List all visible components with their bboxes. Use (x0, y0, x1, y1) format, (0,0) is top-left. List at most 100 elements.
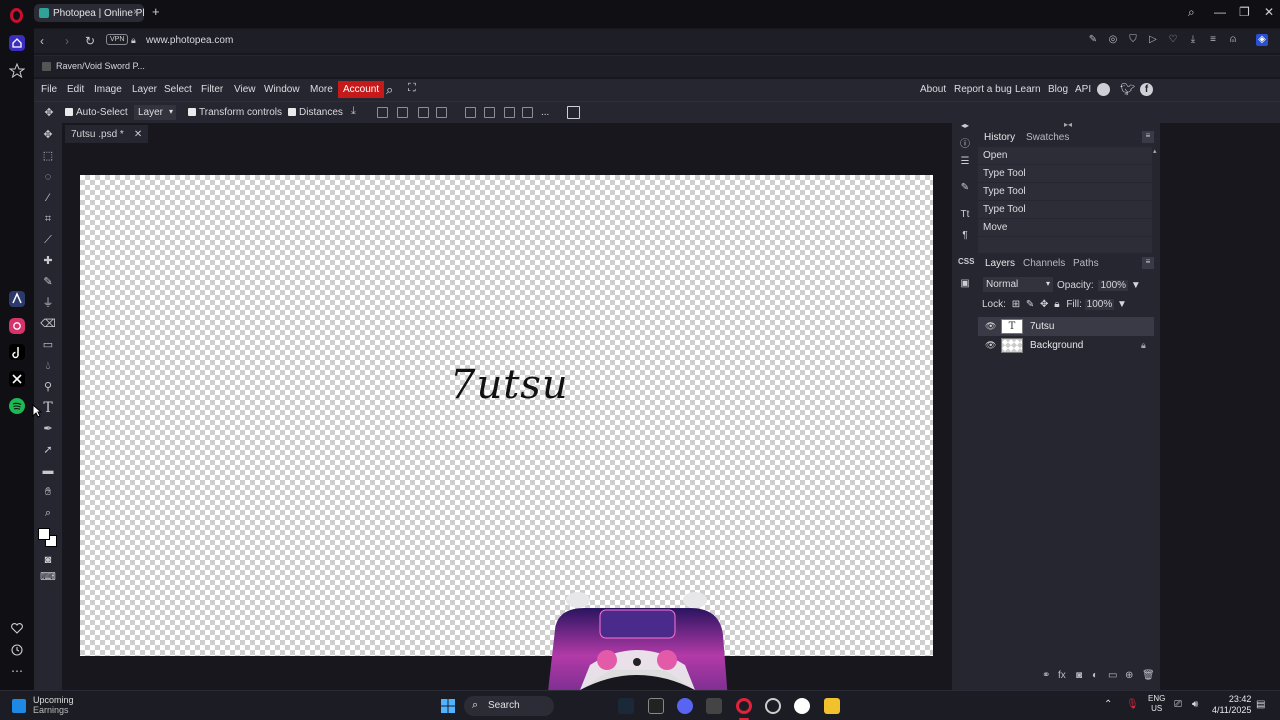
menu-select[interactable]: Select (164, 84, 192, 95)
lock-transparency-icon[interactable]: ⊞ (1012, 299, 1020, 310)
document-tab[interactable]: 7utsu .psd * ✕ (65, 125, 149, 143)
play-icon[interactable]: ▷ (1147, 34, 1159, 46)
layer-row[interactable]: 👁︎ Background 🔒︎ (978, 336, 1154, 355)
new-layer-icon[interactable]: ⊕ (1125, 670, 1133, 681)
instagram-icon[interactable] (9, 318, 25, 334)
history-item[interactable]: Move (978, 219, 1152, 237)
layer-name[interactable]: Background (1030, 340, 1083, 351)
file-explorer-icon[interactable] (824, 698, 840, 714)
fill-value[interactable]: 100% (1084, 299, 1115, 310)
opera-logo-icon[interactable] (10, 8, 23, 23)
reload-icon[interactable]: ↻ (85, 34, 95, 48)
marquee-tool-icon[interactable]: ⬚ (40, 148, 56, 164)
search-icon[interactable]: ⌕ (386, 82, 393, 98)
search-tabs-icon[interactable]: ⌕ (1188, 5, 1195, 20)
star-icon[interactable] (9, 62, 25, 78)
shield-icon[interactable]: ⛉ (1127, 34, 1139, 46)
volume-icon[interactable]: 🔊︎ (1192, 699, 1198, 710)
notifications-icon[interactable]: ▤ (1256, 699, 1265, 710)
link-layers-icon[interactable]: ⚭ (1042, 670, 1050, 681)
download-arrow-icon[interactable]: ⤓ (351, 105, 362, 117)
link-blog[interactable]: Blog (1048, 84, 1068, 95)
move-tool-icon[interactable]: ✥ (40, 127, 56, 143)
blend-mode-dropdown[interactable]: Normal ▾ (983, 277, 1053, 292)
align-middle-icon[interactable] (484, 107, 495, 118)
heart-icon[interactable] (9, 620, 25, 636)
distribute-vertical-icon[interactable] (522, 107, 533, 118)
obs-icon[interactable] (765, 698, 781, 714)
grid-layout-icon[interactable] (567, 106, 580, 119)
spotify-icon[interactable] (9, 398, 25, 414)
info-icon[interactable]: ⓘ (958, 135, 972, 150)
healing-brush-icon[interactable]: ✚ (40, 253, 56, 269)
image-icon[interactable]: ▣ (958, 278, 972, 292)
download-icon[interactable]: ⤓ (1187, 34, 1199, 46)
bookmark-item[interactable]: Raven/Void Sword P... (42, 61, 145, 71)
twitter-icon[interactable]: 🐦︎ (1120, 82, 1135, 96)
network-icon[interactable]: ⎚ (1174, 699, 1182, 710)
close-window-button[interactable]: ✕ (1264, 5, 1274, 19)
facebook-icon[interactable]: f (1140, 83, 1153, 96)
move-tool-options-icon[interactable]: ✥ (41, 105, 57, 121)
rectangle-tool-icon[interactable]: ▬ (40, 463, 56, 479)
fullscreen-icon[interactable]: ⛶ (408, 82, 416, 95)
opacity-control[interactable]: Opacity: 100% ▼ (1057, 280, 1141, 291)
align-left-icon[interactable] (377, 107, 388, 118)
account-button[interactable]: Account (338, 81, 385, 98)
history-item[interactable]: Type Tool (978, 183, 1152, 201)
profile-icon[interactable]: ⍝ (1227, 34, 1239, 46)
link-report-bug[interactable]: Report a bug (954, 84, 1012, 95)
microphone-icon[interactable]: 🎙︎ (1126, 699, 1139, 710)
music-icon[interactable] (794, 698, 810, 714)
tiktok-icon[interactable] (9, 344, 25, 360)
close-tab-icon[interactable]: × (133, 7, 139, 18)
camera-icon[interactable]: ◎ (1107, 34, 1119, 46)
clone-stamp-icon[interactable]: ⏚ (40, 295, 56, 311)
weather-widget-icon[interactable] (12, 699, 26, 713)
keyboard-icon[interactable]: ⌨ (40, 569, 56, 585)
distances-checkbox[interactable] (288, 108, 296, 116)
history-item[interactable]: Type Tool (978, 201, 1152, 219)
lock-move-icon[interactable]: ✥ (1040, 299, 1048, 310)
layer-effects-icon[interactable]: fx (1058, 670, 1066, 681)
new-tab-button[interactable]: + (152, 5, 160, 19)
app-icon[interactable] (706, 698, 722, 714)
eraser-tool-icon[interactable]: ⌫ (40, 316, 56, 332)
menu-more[interactable]: More (310, 84, 333, 95)
news-widget[interactable]: Upcoming Earnings (33, 695, 74, 715)
panel-collapse-icon[interactable]: ▸◂ (1064, 120, 1072, 129)
forward-icon[interactable]: › (65, 34, 69, 48)
distribute-icon[interactable] (436, 107, 447, 118)
back-icon[interactable]: ‹ (40, 34, 44, 48)
system-clock[interactable]: 23:42 4/11/2025 (1212, 694, 1251, 716)
opacity-value[interactable]: 100% (1098, 280, 1129, 291)
tab-layers[interactable]: Layers (985, 258, 1015, 269)
layer-mask-icon[interactable]: ◙ (1076, 670, 1082, 681)
more-dots-icon[interactable]: ⋯ (9, 664, 25, 680)
lasso-tool-icon[interactable]: ◌ (40, 169, 56, 185)
minimize-button[interactable]: — (1214, 5, 1226, 19)
discord-icon[interactable] (677, 698, 693, 714)
quick-mask-icon[interactable]: ◙ (40, 552, 56, 568)
link-api[interactable]: API (1075, 84, 1091, 95)
history-item[interactable]: Open (978, 147, 1152, 165)
browser-tab[interactable]: Photopea | Online Photo E × (34, 4, 144, 22)
adjustment-layer-icon[interactable]: ◐ (1092, 670, 1098, 681)
x-twitter-icon[interactable] (9, 371, 25, 387)
adjustments-icon[interactable]: ☰ (958, 156, 972, 170)
menu-icon[interactable]: ≡ (1207, 34, 1219, 46)
visibility-eye-icon[interactable]: 👁︎ (985, 321, 997, 331)
tray-chevron-icon[interactable]: ⌃ (1104, 699, 1112, 710)
dodge-tool-icon[interactable]: ⚲ (40, 379, 56, 395)
opera-cube-icon[interactable]: ◈ (1256, 34, 1268, 46)
heart-icon[interactable]: ♡ (1167, 34, 1179, 46)
align-top-icon[interactable] (465, 107, 476, 118)
history-clock-icon[interactable] (9, 642, 25, 658)
tab-history[interactable]: History (984, 132, 1015, 143)
delete-layer-icon[interactable]: 🗑︎ (1142, 670, 1155, 681)
align-bottom-icon[interactable] (504, 107, 515, 118)
tab-channels[interactable]: Channels (1023, 258, 1065, 269)
tab-swatches[interactable]: Swatches (1026, 132, 1069, 143)
steam-icon[interactable] (618, 698, 634, 714)
language-indicator[interactable]: ENG US (1148, 694, 1165, 714)
